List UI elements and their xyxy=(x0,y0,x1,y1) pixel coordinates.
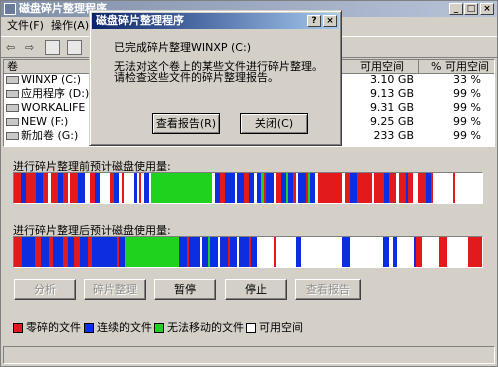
close-button[interactable]: 关闭(C) xyxy=(240,113,308,134)
completion-message: 已完成碎片整理WINXP (C:) xyxy=(114,41,251,54)
cluster-segment xyxy=(438,237,448,267)
pause-button[interactable]: 暂停 xyxy=(154,279,216,300)
cluster-segment xyxy=(446,237,468,267)
warning-message-line2: 请检查这些文件的碎片整理报告。 xyxy=(114,71,279,84)
cluster-segment xyxy=(151,173,213,203)
column-divider[interactable] xyxy=(418,60,419,74)
volume-free: 9.31 GB xyxy=(369,101,414,114)
cluster-segment xyxy=(422,237,439,267)
console-view-icon[interactable] xyxy=(45,40,60,55)
cluster-segment xyxy=(14,237,23,267)
minimize-button[interactable]: _ xyxy=(449,3,463,15)
legend-fragmented-swatch xyxy=(13,323,23,333)
cluster-segment xyxy=(209,237,219,267)
legend-fragmented-label: 零碎的文件 xyxy=(26,321,81,334)
volume-free: 233 GB xyxy=(373,129,414,142)
cluster-segment xyxy=(189,237,200,267)
properties-icon[interactable] xyxy=(67,40,82,55)
legend-contiguous-label: 连续的文件 xyxy=(97,321,152,334)
cluster-segment xyxy=(53,237,64,267)
cluster-segment xyxy=(300,237,343,267)
before-usage-bar xyxy=(13,172,483,204)
volume-name: 新加卷 (G:) xyxy=(21,129,79,142)
column-free-space[interactable]: 可用空间 xyxy=(360,60,404,73)
drive-icon xyxy=(6,76,19,84)
cluster-segment xyxy=(124,173,135,203)
drive-icon xyxy=(6,118,19,126)
volume-pct: 99 % xyxy=(453,87,481,100)
defrag-button[interactable]: 碎片整理 xyxy=(84,279,146,300)
dialog-title-bar: 磁盘碎片整理程序 ? × xyxy=(92,13,339,29)
drive-icon xyxy=(6,90,19,98)
volume-free: 9.13 GB xyxy=(369,87,414,100)
legend: 零碎的文件 连续的文件 无法移动的文件 可用空间 xyxy=(13,321,483,335)
legend-free-swatch xyxy=(246,323,256,333)
volume-free: 9.25 GB xyxy=(369,115,414,128)
completion-dialog: 磁盘碎片整理程序 ? × 已完成碎片整理WINXP (C:) 无法对这个卷上的某… xyxy=(89,10,342,146)
volume-name: NEW (F:) xyxy=(21,115,69,128)
cluster-segment xyxy=(92,237,118,267)
drive-icon xyxy=(6,132,19,140)
view-report-button[interactable]: 查看报告(R) xyxy=(152,113,220,134)
volume-pct: 99 % xyxy=(453,115,481,128)
volume-pct: 99 % xyxy=(453,101,481,114)
back-arrow-icon[interactable]: ⇦ xyxy=(6,40,15,55)
view-report-button-main[interactable]: 查看报告 xyxy=(295,279,361,300)
cluster-segment xyxy=(341,237,351,267)
cluster-segment xyxy=(26,173,37,203)
cluster-segment xyxy=(125,237,180,267)
cluster-segment xyxy=(317,173,343,203)
help-button[interactable]: ? xyxy=(307,15,321,27)
menu-file[interactable]: 文件(F) xyxy=(7,17,44,35)
after-usage-bar xyxy=(13,236,483,268)
cluster-segment xyxy=(99,173,110,203)
volume-pct: 99 % xyxy=(453,129,481,142)
cluster-segment xyxy=(350,237,384,267)
cluster-segment xyxy=(257,237,274,267)
volume-name: WINXP (C:) xyxy=(21,73,81,86)
cluster-segment xyxy=(178,237,188,267)
column-volume[interactable]: 卷 xyxy=(7,60,18,73)
cluster-segment xyxy=(22,237,35,267)
menu-action[interactable]: 操作(A) xyxy=(51,17,89,35)
cluster-segment xyxy=(357,173,372,203)
cluster-segment xyxy=(79,237,89,267)
defrag-app-icon xyxy=(4,3,16,15)
legend-unmovable-label: 无法移动的文件 xyxy=(167,321,244,334)
column-pct-free[interactable]: % 可用空间 xyxy=(431,60,489,73)
cluster-segment xyxy=(40,237,50,267)
legend-contiguous-swatch xyxy=(84,323,94,333)
drive-icon xyxy=(6,104,19,112)
maximize-button[interactable]: □ xyxy=(464,3,478,15)
cluster-segment xyxy=(432,173,453,203)
volume-free: 3.10 GB xyxy=(369,73,414,86)
volume-pct: 33 % xyxy=(453,73,481,86)
dialog-close-icon[interactable]: × xyxy=(323,15,337,27)
cluster-segment xyxy=(275,237,297,267)
legend-free-label: 可用空间 xyxy=(259,321,303,334)
cluster-segment xyxy=(455,173,482,203)
dialog-title: 磁盘碎片整理程序 xyxy=(96,14,184,27)
status-bar xyxy=(3,346,495,364)
cluster-segment xyxy=(220,237,229,267)
legend-unmovable-swatch xyxy=(154,323,164,333)
close-window-button[interactable]: × xyxy=(480,3,494,15)
volume-name: 应用程序 (D:) xyxy=(21,87,90,100)
cluster-segment xyxy=(224,173,235,203)
cluster-segment xyxy=(374,173,385,203)
cluster-segment xyxy=(238,237,250,267)
stop-button[interactable]: 停止 xyxy=(225,279,287,300)
analyze-button[interactable]: 分析 xyxy=(14,279,76,300)
forward-arrow-icon[interactable]: ⇨ xyxy=(25,40,34,55)
cluster-segment xyxy=(467,237,482,267)
cluster-segment xyxy=(397,237,415,267)
